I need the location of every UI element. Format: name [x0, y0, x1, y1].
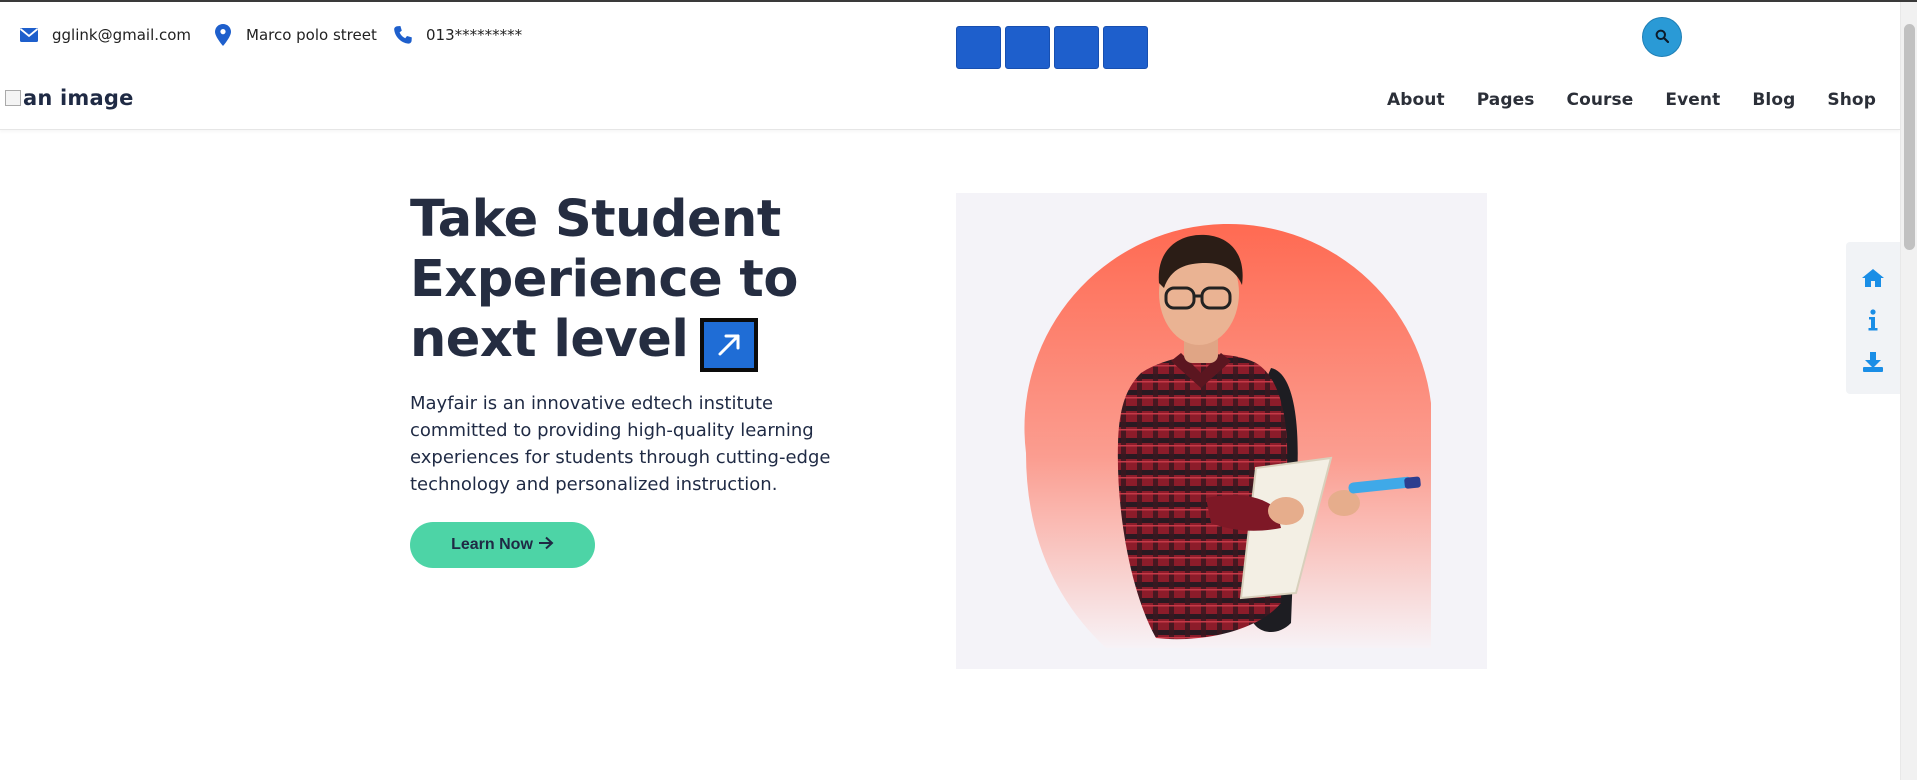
hero-image — [956, 193, 1487, 669]
download-icon[interactable] — [1861, 350, 1885, 374]
floating-side-panel — [1846, 242, 1900, 394]
envelope-icon — [18, 24, 40, 46]
social-button-1[interactable] — [956, 26, 1001, 69]
social-button-3[interactable] — [1054, 26, 1099, 69]
search-button[interactable] — [1642, 17, 1682, 57]
hero-title: Take Student Experience to next level — [410, 190, 830, 372]
contact-bar: gglink@gmail.com Marco polo street 013**… — [0, 2, 1900, 72]
hero-title-line-1: Take Student — [410, 190, 781, 249]
nav-item-shop[interactable]: Shop — [1827, 90, 1876, 110]
nav-item-blog[interactable]: Blog — [1752, 90, 1795, 110]
map-pin-icon — [212, 24, 234, 46]
contact-address: Marco polo street — [212, 24, 377, 46]
phone-icon — [392, 24, 414, 46]
contact-address-text: Marco polo street — [246, 26, 377, 44]
hero-title-line-3: next level — [410, 310, 689, 369]
info-icon[interactable] — [1861, 308, 1885, 332]
contact-email[interactable]: gglink@gmail.com — [18, 24, 191, 46]
learn-now-label: Learn Now — [451, 536, 533, 553]
home-icon[interactable] — [1861, 266, 1885, 290]
nav-menu: About Pages Course Event Blog Shop — [1355, 90, 1876, 110]
contact-email-text: gglink@gmail.com — [52, 26, 192, 44]
arrow-up-right-icon — [700, 318, 759, 372]
arrow-right-icon — [538, 536, 554, 555]
scrollbar-thumb[interactable] — [1904, 24, 1915, 250]
logo-alt-text: an image — [23, 86, 134, 110]
contact-phone[interactable]: 013********* — [392, 24, 522, 46]
page-scrollbar[interactable] — [1900, 2, 1917, 780]
hero-description: Mayfair is an innovative edtech institut… — [410, 393, 831, 495]
main-navbar: an image About Pages Course Event Blog S… — [0, 72, 1900, 130]
nav-item-pages[interactable]: Pages — [1477, 90, 1535, 110]
social-button-4[interactable] — [1103, 26, 1148, 69]
social-button-2[interactable] — [1005, 26, 1050, 69]
social-links — [956, 26, 1148, 69]
nav-item-event[interactable]: Event — [1665, 90, 1720, 110]
site-logo[interactable]: an image — [5, 86, 134, 110]
nav-item-course[interactable]: Course — [1567, 90, 1634, 110]
hero-title-line-2: Experience to — [410, 250, 798, 309]
contact-phone-text: 013********* — [426, 26, 523, 44]
search-icon — [1655, 28, 1670, 47]
broken-image-icon — [5, 90, 21, 106]
learn-now-button[interactable]: Learn Now — [410, 522, 595, 568]
nav-item-about[interactable]: About — [1387, 90, 1445, 110]
